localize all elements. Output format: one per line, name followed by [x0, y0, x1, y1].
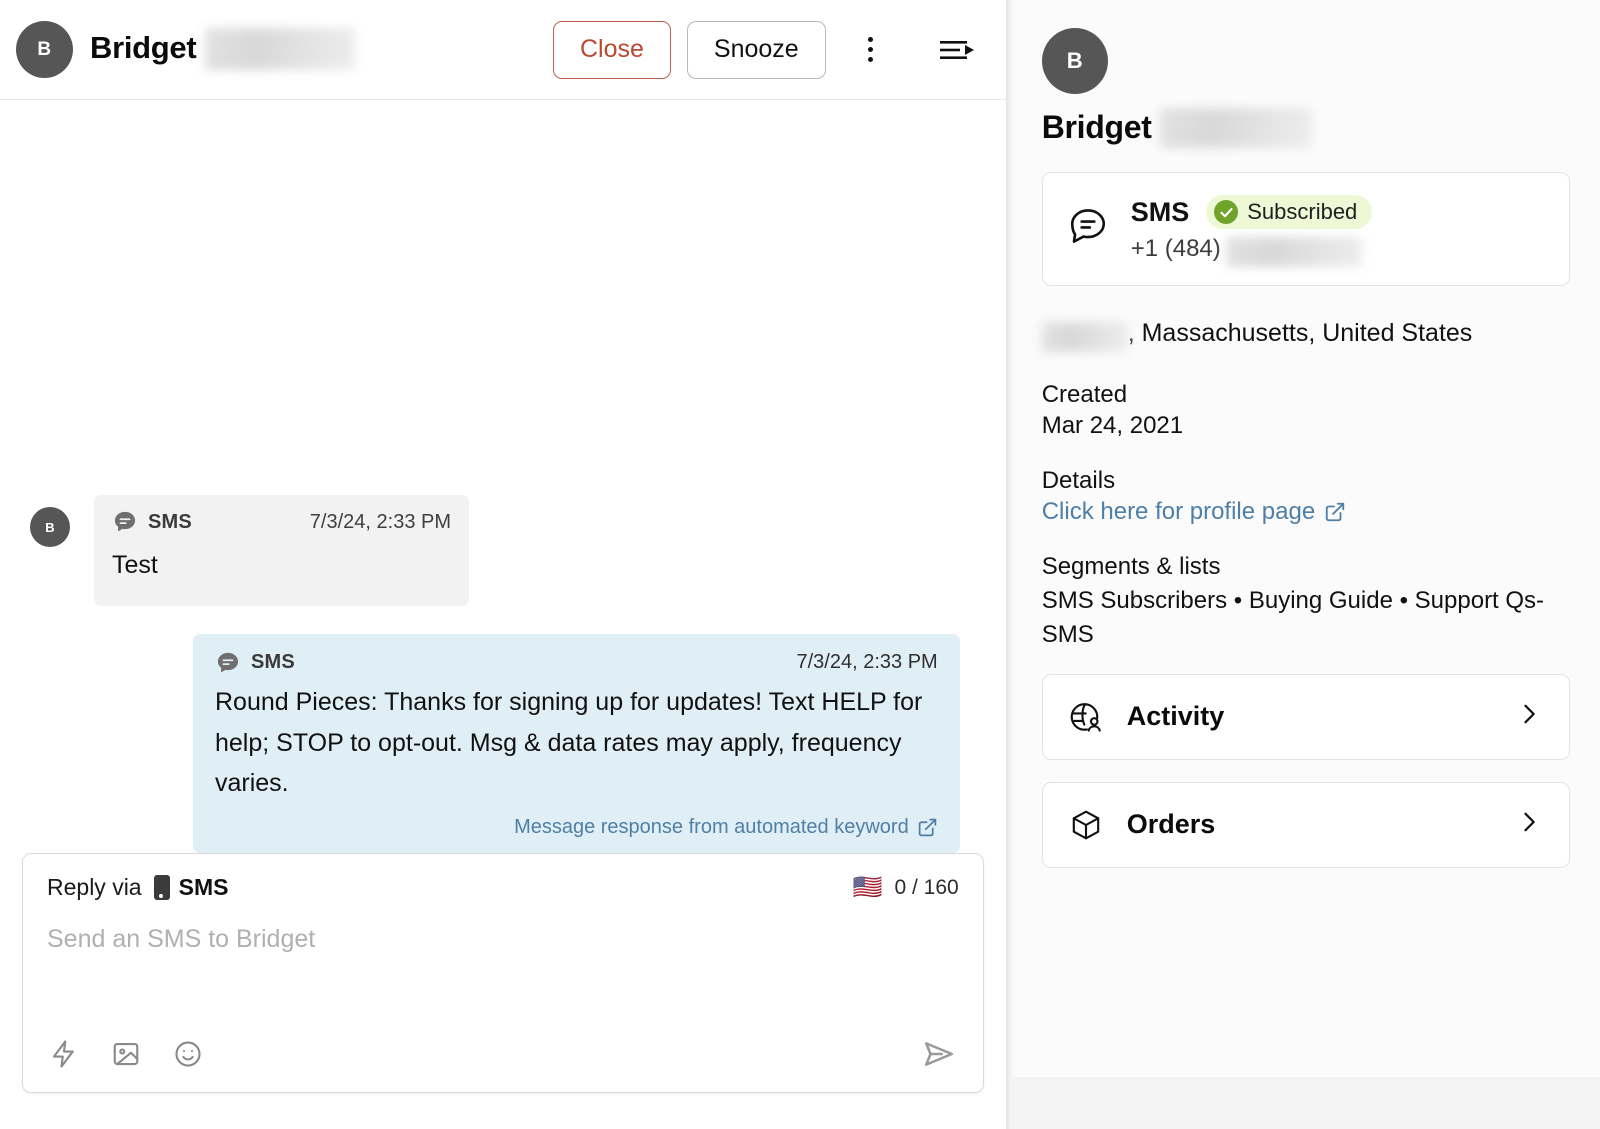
reply-composer[interactable]: Reply via SMS 🇺🇸 0 / 160 Send an SMS to … — [22, 853, 984, 1093]
sidebar-item-label: Activity — [1126, 701, 1225, 732]
message-timestamp: 7/3/24, 2:33 PM — [309, 510, 451, 533]
sidebar-first-name: Bridget — [1041, 108, 1152, 145]
created-label: Created — [1041, 380, 1128, 408]
conversation-pane: B Bridget Close Snooze B SMS 7/3/24, 2:3… — [0, 0, 1006, 1129]
collapse-list-icon — [939, 40, 974, 59]
redacted-last-name — [205, 27, 356, 70]
redacted-last-name — [1159, 108, 1312, 148]
us-flag-icon: 🇺🇸 — [852, 873, 883, 901]
composer-wrap: Reply via SMS 🇺🇸 0 / 160 Send an SMS to … — [0, 853, 1006, 1129]
created-value: Mar 24, 2021 — [1041, 411, 1184, 439]
redacted-city — [1041, 321, 1128, 352]
close-button[interactable]: Close — [552, 20, 671, 79]
message-row-incoming: B SMS 7/3/24, 2:33 PM Test — [22, 495, 984, 606]
sms-subscription-card: SMS Subscribed +1 (484) — [1041, 172, 1570, 286]
message-meta: SMS 7/3/24, 2:33 PM — [112, 509, 451, 535]
phone-prefix: +1 (484) — [1130, 235, 1221, 262]
sms-chat-icon — [1070, 209, 1105, 243]
image-icon — [113, 1042, 139, 1066]
quick-reply-button[interactable] — [47, 1037, 81, 1071]
activity-globe-person-icon — [1070, 702, 1101, 732]
details-field: Details Click here for profile page — [1042, 467, 1570, 526]
redacted-phone-suffix — [1225, 236, 1362, 267]
header-actions: Close Snooze — [552, 20, 984, 79]
message-body: Test — [112, 551, 158, 579]
sms-card-row: SMS Subscribed +1 (484) — [1067, 195, 1545, 267]
character-count: 0 / 160 — [894, 875, 959, 899]
thread-top-spacer — [22, 100, 984, 495]
message-thread[interactable]: B SMS 7/3/24, 2:33 PM Test SMS 7/3/24, 2… — [0, 100, 1006, 853]
sms-card-body: SMS Subscribed +1 (484) — [1130, 195, 1373, 267]
emoji-icon — [175, 1041, 201, 1067]
message-channel: SMS — [148, 510, 192, 533]
message-avatar-initial: B — [45, 519, 55, 535]
avatar: B — [16, 21, 73, 78]
composer-counter: 🇺🇸 0 / 160 — [852, 873, 959, 901]
lightning-icon — [52, 1040, 74, 1068]
created-field: Created Mar 24, 2021 — [1042, 381, 1570, 440]
send-icon — [924, 1042, 953, 1066]
insert-emoji-button[interactable] — [171, 1037, 205, 1071]
sms-card-title: SMS — [1130, 196, 1190, 227]
sidebar-item-orders[interactable]: Orders — [1041, 781, 1570, 868]
profile-page-link-label: Click here for profile page — [1041, 497, 1316, 525]
sidebar-bottom-strip — [1011, 1077, 1600, 1129]
sms-chat-icon — [217, 652, 239, 673]
message-bubble-incoming[interactable]: SMS 7/3/24, 2:33 PM Test — [94, 495, 469, 606]
message-timestamp: 7/3/24, 2:33 PM — [796, 651, 938, 674]
more-options-button[interactable] — [844, 23, 898, 77]
app-root: B Bridget Close Snooze B SMS 7/3/24, 2:3… — [0, 0, 1600, 1129]
message-body: Round Pieces: Thanks for signing up for … — [215, 687, 923, 798]
composer-header: Reply via SMS 🇺🇸 0 / 160 — [47, 874, 959, 901]
composer-toolbar — [47, 1034, 959, 1074]
sidebar-contact-name: Bridget — [1042, 108, 1570, 151]
sidebar-item-activity[interactable]: Activity — [1041, 673, 1570, 760]
send-button[interactable] — [919, 1034, 959, 1074]
address-text: , Massachusetts, United States — [1127, 319, 1473, 347]
sidebar-avatar-initial: B — [1066, 48, 1083, 73]
chevron-right-icon — [1515, 700, 1543, 733]
message-source-label: Message response from automated keyword — [514, 816, 909, 838]
check-circle-icon — [1214, 200, 1239, 224]
segments-label: Segments & lists — [1041, 552, 1221, 580]
sidebar-item-label: Orders — [1126, 809, 1216, 840]
thread-scroll-cutoff — [0, 100, 1006, 102]
message-input[interactable]: Send an SMS to Bridget — [47, 925, 959, 1034]
segments-value: SMS Subscribers • Buying Guide • Support… — [1041, 586, 1545, 648]
conversation-header: B Bridget Close Snooze — [0, 0, 1006, 100]
details-label: Details — [1041, 466, 1116, 494]
insert-image-button[interactable] — [109, 1037, 143, 1071]
collapse-panel-button[interactable] — [930, 23, 984, 77]
sms-card-phone: +1 (484) — [1130, 235, 1373, 267]
sms-card-icon-wrap — [1067, 204, 1109, 251]
contact-first-name: Bridget — [90, 29, 197, 65]
profile-page-link[interactable]: Click here for profile page — [1042, 498, 1346, 526]
segments-field: Segments & lists SMS Subscribers • Buyin… — [1042, 553, 1570, 652]
avatar-initial: B — [37, 38, 52, 60]
chevron-right-icon — [1515, 808, 1543, 841]
mobile-phone-icon — [153, 875, 170, 900]
page-title: Bridget — [90, 27, 356, 72]
snooze-button[interactable]: Snooze — [686, 20, 826, 79]
message-bubble-outgoing[interactable]: SMS 7/3/24, 2:33 PM Round Pieces: Thanks… — [193, 633, 960, 853]
message-channel: SMS — [251, 651, 295, 674]
profile-sidebar: B Bridget SMS Subscribed +1 (484) , Mass… — [1011, 0, 1600, 1129]
message-meta: SMS 7/3/24, 2:33 PM — [215, 650, 938, 676]
reply-channel-label[interactable]: SMS — [179, 874, 229, 901]
external-link-icon — [1326, 502, 1345, 521]
status-badge-label: Subscribed — [1247, 199, 1358, 224]
sidebar-avatar: B — [1041, 28, 1108, 94]
status-badge: Subscribed — [1206, 195, 1373, 229]
message-source-link[interactable]: Message response from automated keyword — [215, 816, 938, 839]
external-link-icon — [918, 818, 936, 837]
sms-chat-icon — [114, 511, 136, 532]
message-row-outgoing: SMS 7/3/24, 2:33 PM Round Pieces: Thanks… — [22, 633, 984, 853]
package-box-icon — [1072, 810, 1099, 840]
sms-card-title-row: SMS Subscribed — [1131, 195, 1373, 229]
contact-address: , Massachusetts, United States — [1041, 314, 1570, 354]
message-avatar: B — [30, 507, 70, 547]
more-vertical-icon — [868, 37, 874, 62]
reply-via-label: Reply via — [47, 874, 142, 900]
